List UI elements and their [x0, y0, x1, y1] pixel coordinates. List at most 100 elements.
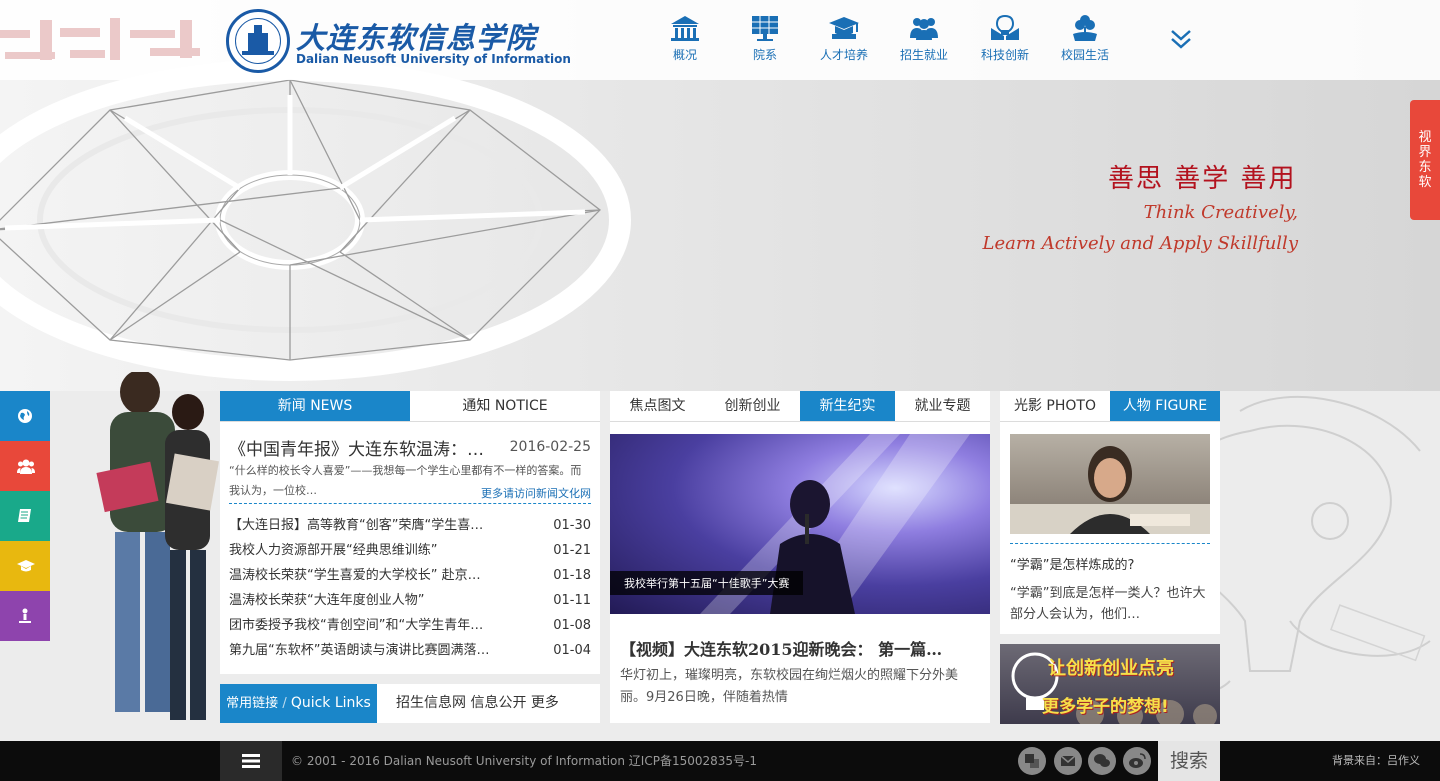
news-list-item[interactable]: 【大连日报】高等教育“创客”荣膺“学生喜… 01-30 [229, 513, 591, 538]
side-button-users[interactable] [0, 441, 50, 491]
side-button-book[interactable] [0, 491, 50, 541]
weibo-icon [1129, 753, 1146, 768]
quick-links-label-cn: 常用链接 [226, 696, 279, 711]
more-news-link[interactable]: 更多请访问新闻文化网 [477, 487, 591, 500]
footer: © 2001 - 2016 Dalian Neusoft University … [0, 741, 1440, 781]
side-tab-char: 视 [1418, 130, 1432, 145]
side-tab-char: 软 [1418, 175, 1432, 190]
nav-item-campus-life[interactable]: 校园生活 [1049, 14, 1121, 63]
tab-photo[interactable]: 光影 PHOTO [1000, 391, 1110, 421]
tab-figure[interactable]: 人物 FIGURE [1110, 391, 1220, 421]
graduation-cap-icon [17, 560, 35, 572]
side-tab-char: 东 [1418, 160, 1432, 175]
figure-headline[interactable]: “学霸”是怎样炼成的? [1010, 554, 1210, 573]
vision-neusoft-tab[interactable]: 视 界 东 软 [1410, 100, 1440, 220]
nav-item-innovation[interactable]: 科技创新 [969, 14, 1041, 63]
tab-news[interactable]: 新闻 NEWS [220, 391, 410, 421]
news-list-item[interactable]: 我校人力资源部开展“经典思维训练” 01-21 [229, 538, 591, 563]
news-list-item[interactable]: 温涛校长荣获“学生喜爱的大学校长” 赴京… 01-18 [229, 563, 591, 588]
graduation-cap-icon [829, 17, 859, 39]
banner-line2: 更多学子的梦想! [1042, 697, 1169, 717]
news-item-date: 01-11 [553, 593, 591, 608]
news-item-date: 01-08 [553, 618, 591, 633]
news-list: 【大连日报】高等教育“创客”荣膺“学生喜… 01-30 我校人力资源部开展“经典思… [229, 513, 591, 663]
logo-chinese-name: 大连东软信息学院 [296, 21, 537, 55]
nav-item-admissions[interactable]: 招生就业 [888, 14, 960, 63]
flower-hand-icon [1073, 15, 1097, 41]
news-panel: 新闻 NEWS 通知 NOTICE 《中国青年报》大连东软温涛：教育家… 201… [220, 391, 600, 674]
hero-slogan-en-line2: Learn Actively and Apply Skillfully [982, 233, 1298, 254]
news-item-title[interactable]: 第九届“东软杯”英语朗读与演讲比赛圆满落… [229, 638, 519, 663]
footer-translate-button[interactable] [1018, 747, 1046, 775]
nav-item-education[interactable]: 人才培养 [808, 14, 880, 63]
top-navigation-bar: 大连东软信息学院 Dalian Neusoft University of In… [0, 0, 1440, 80]
footer-weibo-button[interactable] [1123, 747, 1151, 775]
quick-links-list: 招生信息网 信息公开 更多 [396, 684, 559, 723]
wechat-icon [1094, 754, 1110, 767]
news-list-item[interactable]: 第九届“东软杯”英语朗读与演讲比赛圆满落… 01-04 [229, 638, 591, 663]
hero-slogan-en-line1: Think Creatively, [1143, 202, 1298, 223]
quick-links-bar: 常用链接 / Quick Links 招生信息网 信息公开 更多 [220, 684, 600, 723]
footer-copyright: © 2001 - 2016 Dalian Neusoft University … [291, 754, 757, 768]
footer-background-credit: 背景来自：吕作义 [1332, 754, 1420, 767]
nav-label: 院系 [752, 48, 777, 62]
featured-news[interactable]: 《中国青年报》大连东软温涛：教育家… 2016-02-25 [229, 435, 591, 460]
nav-item-departments[interactable]: 院系 [729, 14, 801, 63]
students-illustration [96, 372, 219, 720]
figure-panel: 光影 PHOTO 人物 FIGURE “学霸”是怎样炼成的? “学霸”到底是怎样… [1000, 391, 1220, 634]
side-button-globe[interactable] [0, 391, 50, 441]
news-list-item[interactable]: 团市委授予我校“青创空间”和“大学生青年… 01-08 [229, 613, 591, 638]
news-item-date: 01-04 [553, 643, 591, 658]
focus-article-title[interactable]: 【视频】大连东软2015迎新晚会： 第一篇… [620, 636, 980, 660]
side-button-person[interactable] [0, 591, 50, 641]
tab-notice[interactable]: 通知 NOTICE [410, 391, 600, 421]
side-button-graduation[interactable] [0, 541, 50, 591]
book-icon [18, 509, 31, 522]
news-item-title[interactable]: 温涛校长荣获“大连年度创业人物” [229, 588, 519, 613]
tab-employment[interactable]: 就业专题 [895, 391, 990, 421]
nav-label: 人才培养 [819, 48, 868, 62]
news-item-title[interactable]: 团市委授予我校“青创空间”和“大学生青年… [229, 613, 519, 638]
footer-menu-button[interactable] [220, 741, 282, 781]
solar-panel-icon [752, 16, 778, 41]
news-item-date: 01-21 [553, 543, 591, 558]
footer-mail-button[interactable] [1054, 747, 1082, 775]
news-item-title[interactable]: 温涛校长荣获“学生喜爱的大学校长” 赴京… [229, 563, 519, 588]
university-logo[interactable]: 大连东软信息学院 Dalian Neusoft University of In… [226, 9, 571, 75]
focus-panel: 焦点图文 创新创业 新生纪实 就业专题 我校举行第十五届“十佳歌手”大赛 【视频… [610, 391, 990, 723]
lightbulb-book-icon [991, 14, 1019, 40]
focus-image[interactable]: 我校举行第十五届“十佳歌手”大赛 [610, 434, 990, 614]
news-item-title[interactable]: 【大连日报】高等教育“创客”荣膺“学生喜… [229, 513, 519, 538]
featured-news-more-row: 更多请访问新闻文化网 [229, 482, 591, 504]
globe-icon [18, 409, 32, 423]
nav-label: 科技创新 [980, 48, 1029, 62]
quick-link-admissions[interactable]: 招生信息网 [396, 695, 466, 711]
nav-label: 校园生活 [1060, 48, 1109, 62]
featured-news-date: 2016-02-25 [509, 439, 591, 455]
news-list-item[interactable]: 温涛校长荣获“大连年度创业人物” 01-11 [229, 588, 591, 613]
tab-innovation[interactable]: 创新创业 [705, 391, 800, 421]
chevron-double-down-icon[interactable] [1168, 26, 1194, 52]
quick-link-disclosure[interactable]: 信息公开 [470, 695, 526, 711]
footer-search-button[interactable]: 搜索 [1158, 741, 1220, 781]
student-portrait [1010, 446, 1210, 534]
header-decoration [0, 18, 200, 60]
university-seal-icon [226, 9, 290, 73]
quick-link-more[interactable]: 更多 [531, 695, 559, 711]
figure-photo[interactable] [1010, 434, 1210, 534]
people-group-icon [910, 18, 938, 40]
news-item-date: 01-30 [553, 518, 591, 533]
innovation-banner[interactable]: 让创新创业点亮 更多学子的梦想! [1000, 644, 1220, 724]
news-item-date: 01-18 [553, 568, 591, 583]
tab-focus[interactable]: 焦点图文 [610, 391, 705, 421]
nav-item-overview[interactable]: 概况 [649, 14, 721, 63]
person-icon [19, 608, 31, 623]
users-icon [17, 459, 35, 474]
figure-divider [1010, 543, 1210, 544]
focus-image-caption: 我校举行第十五届“十佳歌手”大赛 [610, 571, 804, 595]
footer-wechat-button[interactable] [1088, 747, 1116, 775]
translate-icon [1025, 754, 1039, 768]
tab-freshmen[interactable]: 新生纪实 [800, 391, 895, 421]
featured-news-title[interactable]: 《中国青年报》大连东软温涛：教育家… [229, 435, 499, 460]
news-item-title[interactable]: 我校人力资源部开展“经典思维训练” [229, 538, 519, 563]
